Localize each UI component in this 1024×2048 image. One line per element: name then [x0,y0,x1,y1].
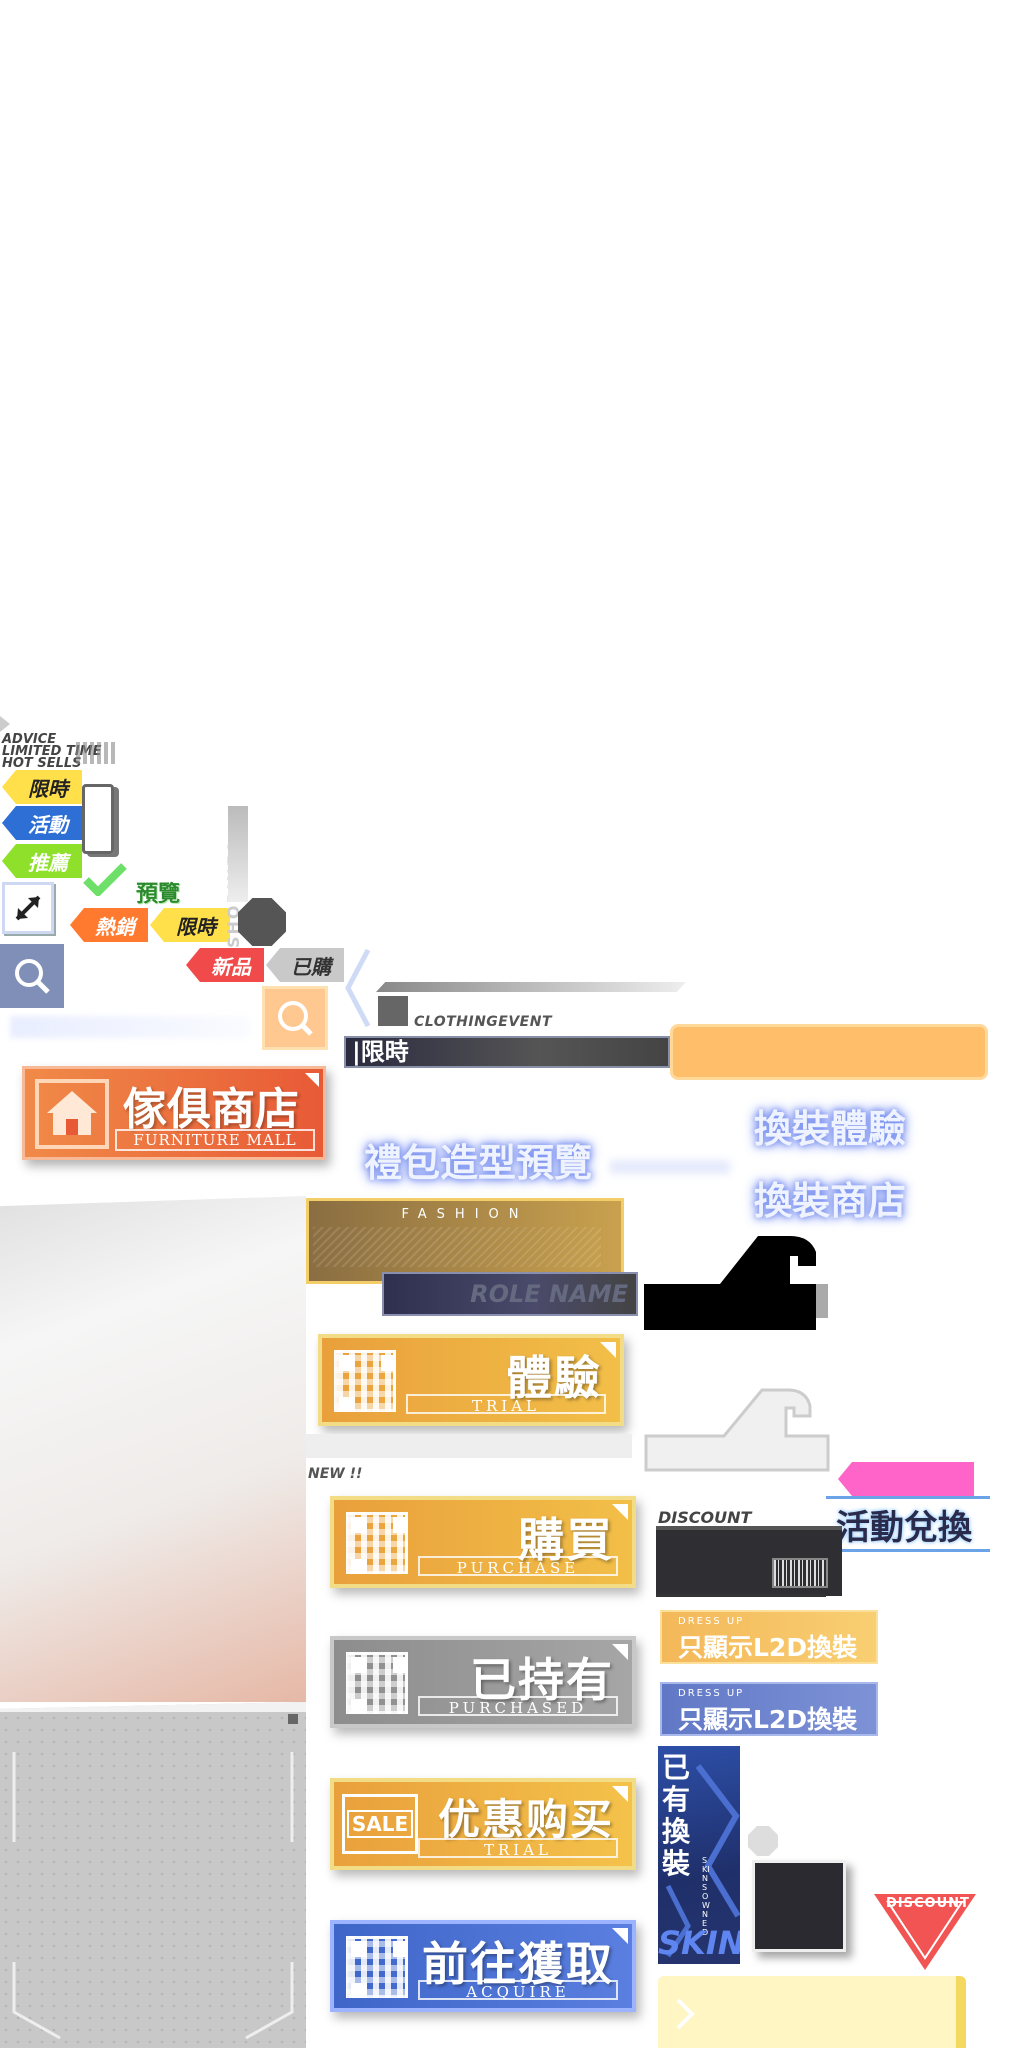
event-banner-square [378,996,408,1026]
discount-underline [656,1594,826,1597]
owned-skin-badge: 已有換裝 SKINS OWNED SKINS [658,1746,740,1964]
gift-preview-title: 禮包造型預覽 [364,1141,593,1185]
dark-square [752,1860,846,1952]
event-exchange-label: 活動兌換 [836,1508,972,1548]
l2d-gold-button[interactable]: DRESS UP 只顯示L2D換裝 [660,1610,878,1664]
purchased-corner [612,1644,628,1660]
phone-frame-icon [82,784,114,854]
shop-info-bar [228,806,248,902]
tag-limited: 限時 [2,770,82,804]
tag-hot: 熱銷 [70,908,148,942]
barcode-icon [772,1558,828,1588]
search-icon-orange[interactable] [262,986,328,1050]
sale-tag-icon: SALE [342,1794,418,1854]
role-name-text: ROLE NAME [470,1280,628,1308]
acquire-button[interactable]: 前往獲取 ACQUIRE [330,1920,636,2012]
acquire-corner [612,1928,628,1944]
house-icon [35,1079,109,1149]
qr-code-icon [346,1512,408,1574]
tag-limited-2: 限時 [150,908,230,942]
yellow-card[interactable] [658,1976,966,2048]
gift-preview-underglow [610,1160,730,1174]
tag-recommend: 推薦 [2,844,82,878]
purchase-sub-label: PURCHASE [418,1556,618,1577]
hanger-black-icon [640,1230,832,1338]
octagon-badge [238,898,286,946]
purchase-button[interactable]: 購買 PURCHASE [330,1496,636,1588]
hanger-corner-mark [0,716,10,732]
limited-time-bar: |限時 [344,1036,670,1068]
trial-sub-label: TRIAL [406,1394,606,1415]
small-octagon [748,1826,778,1856]
acquire-sub-label: ACQUIRE [418,1980,618,2001]
shop-info-label: SHOPINFO [206,748,243,948]
discount-dark-panel [656,1526,842,1596]
purchased-sub-label: PURCHASED [418,1696,618,1717]
owned-skin-vertical: 已有換裝 [662,1751,691,1880]
discount-purchase-button[interactable]: SALE 优惠购买 TRIAL [330,1778,636,1870]
fashion-label: FASHION [401,1207,529,1222]
discount-corner [612,1786,628,1802]
trial-button[interactable]: 體驗 TRIAL [318,1334,624,1426]
furniture-mall-sub: FURNITURE MALL [115,1129,315,1151]
dress-trial-title: 換裝體驗 [754,1107,907,1151]
preview-label: 預覽 [136,882,181,907]
tag-event: 活動 [2,806,82,840]
role-name-bar: ROLE NAME [382,1272,638,1316]
new-label: NEW !! [308,1466,363,1482]
trial-base-strip [306,1434,632,1458]
fashion-stripes [313,1227,601,1267]
sale-label: SALE [346,1810,414,1838]
furniture-mall-button[interactable]: 傢俱商店 FURNITURE MALL [22,1066,326,1160]
tag-bought: 已購 [266,948,344,982]
l2d-blue-button[interactable]: DRESS UP 只顯示L2D換裝 [660,1682,878,1736]
stripes-deco [76,742,116,764]
discount-sub-label: TRIAL [418,1838,618,1859]
limited-time-text: |限時 [352,1038,409,1066]
l2d-blue-small: DRESS UP [678,1688,745,1699]
dress-shop-title: 換裝商店 [754,1179,907,1223]
trial-corner [600,1342,616,1358]
faint-blur-text [10,1016,250,1038]
qr-code-icon [346,1652,408,1714]
l2d-gold-label: 只顯示L2D換裝 [678,1633,858,1662]
check-icon [82,862,128,900]
discount-triangle-label: DISCOUNT [886,1896,970,1911]
pink-tab [838,1462,974,1496]
l2d-gold-small: DRESS UP [678,1616,745,1627]
owned-skin-skins: SKINS [658,1924,740,1962]
discount-label: DISCOUNT [658,1508,752,1527]
panel-frame-lines [12,1752,294,2040]
furniture-mall-title: 傢俱商店 [123,1084,299,1135]
hot-sells-label: HOT SELLS [2,756,82,771]
event-banner-line [376,982,686,992]
qr-code-icon [334,1350,396,1412]
purchased-button[interactable]: 已持有 PURCHASED [330,1636,636,1728]
chevron-right-icon [676,1998,695,2030]
search-icon[interactable] [0,944,64,1008]
orange-banner [670,1024,988,1080]
tag-new: 新品 [186,948,264,982]
hanger-white-icon [644,1386,830,1476]
character-bg-panel [0,1196,306,1702]
dotted-info-panel [0,1702,306,2048]
discount-triangle: DISCOUNT [870,1890,980,1974]
qr-code-icon [346,1936,408,1998]
purchase-corner [612,1504,628,1520]
clothing-event-label: CLOTHINGEVENT [414,1014,553,1030]
l2d-blue-label: 只顯示L2D換裝 [678,1705,858,1734]
expand-arrows-icon[interactable] [2,882,54,934]
bracket-deco [342,948,372,1032]
furniture-corner [305,1073,319,1087]
